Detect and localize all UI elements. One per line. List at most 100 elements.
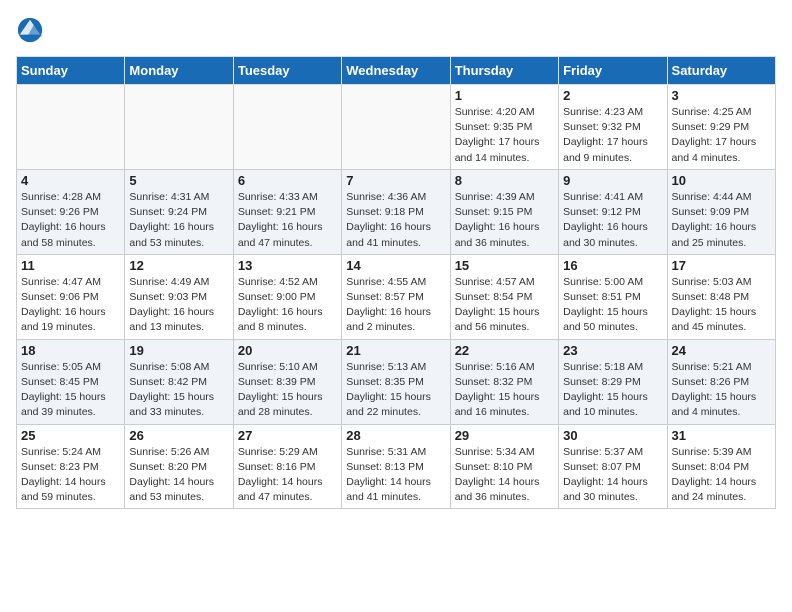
weekday-header: Tuesday <box>233 57 341 85</box>
calendar-cell <box>342 85 450 170</box>
calendar-cell: 10 Sunrise: 4:44 AM Sunset: 9:09 PM Dayli… <box>667 169 775 254</box>
day-info: Sunrise: 5:10 AM Sunset: 8:39 PM Dayligh… <box>238 360 337 421</box>
calendar-cell: 25 Sunrise: 5:24 AM Sunset: 8:23 PM Dayli… <box>17 424 125 509</box>
weekday-header: Sunday <box>17 57 125 85</box>
calendar-cell <box>17 85 125 170</box>
calendar-cell: 24 Sunrise: 5:21 AM Sunset: 8:26 PM Dayli… <box>667 339 775 424</box>
logo <box>16 16 48 44</box>
calendar-cell: 19 Sunrise: 5:08 AM Sunset: 8:42 PM Dayli… <box>125 339 233 424</box>
day-number: 7 <box>346 173 445 188</box>
day-info: Sunrise: 4:41 AM Sunset: 9:12 PM Dayligh… <box>563 190 662 251</box>
calendar-cell: 30 Sunrise: 5:37 AM Sunset: 8:07 PM Dayli… <box>559 424 667 509</box>
day-info: Sunrise: 5:08 AM Sunset: 8:42 PM Dayligh… <box>129 360 228 421</box>
day-info: Sunrise: 5:00 AM Sunset: 8:51 PM Dayligh… <box>563 275 662 336</box>
calendar-cell: 31Sunrise: 5:39 AM Sunset: 8:04 PM Dayli… <box>667 424 775 509</box>
calendar-cell: 18 Sunrise: 5:05 AM Sunset: 8:45 PM Dayli… <box>17 339 125 424</box>
day-info: Sunrise: 4:31 AM Sunset: 9:24 PM Dayligh… <box>129 190 228 251</box>
day-number: 13 <box>238 258 337 273</box>
day-info: Sunrise: 5:03 AM Sunset: 8:48 PM Dayligh… <box>672 275 771 336</box>
day-number: 20 <box>238 343 337 358</box>
day-number: 24 <box>672 343 771 358</box>
page-header <box>16 16 776 44</box>
day-number: 23 <box>563 343 662 358</box>
weekday-header: Wednesday <box>342 57 450 85</box>
calendar-cell: 3 Sunrise: 4:25 AM Sunset: 9:29 PM Daylig… <box>667 85 775 170</box>
day-info: Sunrise: 5:26 AM Sunset: 8:20 PM Dayligh… <box>129 445 228 506</box>
day-info: Sunrise: 5:29 AM Sunset: 8:16 PM Dayligh… <box>238 445 337 506</box>
calendar-table: SundayMondayTuesdayWednesdayThursdayFrid… <box>16 56 776 509</box>
day-info: Sunrise: 4:39 AM Sunset: 9:15 PM Dayligh… <box>455 190 554 251</box>
weekday-header-row: SundayMondayTuesdayWednesdayThursdayFrid… <box>17 57 776 85</box>
weekday-header: Thursday <box>450 57 558 85</box>
logo-icon <box>16 16 44 44</box>
calendar-week-row: 1 Sunrise: 4:20 AM Sunset: 9:35 PM Daylig… <box>17 85 776 170</box>
calendar-cell: 4Sunrise: 4:28 AM Sunset: 9:26 PM Daylig… <box>17 169 125 254</box>
calendar-cell: 8 Sunrise: 4:39 AM Sunset: 9:15 PM Daylig… <box>450 169 558 254</box>
day-number: 4 <box>21 173 120 188</box>
day-number: 22 <box>455 343 554 358</box>
day-number: 2 <box>563 88 662 103</box>
calendar-cell: 11Sunrise: 4:47 AM Sunset: 9:06 PM Dayli… <box>17 254 125 339</box>
day-info: Sunrise: 5:31 AM Sunset: 8:13 PM Dayligh… <box>346 445 445 506</box>
calendar-cell: 28 Sunrise: 5:31 AM Sunset: 8:13 PM Dayli… <box>342 424 450 509</box>
calendar-cell: 27 Sunrise: 5:29 AM Sunset: 8:16 PM Dayli… <box>233 424 341 509</box>
calendar-cell: 15 Sunrise: 4:57 AM Sunset: 8:54 PM Dayli… <box>450 254 558 339</box>
day-number: 17 <box>672 258 771 273</box>
day-info: Sunrise: 5:34 AM Sunset: 8:10 PM Dayligh… <box>455 445 554 506</box>
calendar-cell: 23 Sunrise: 5:18 AM Sunset: 8:29 PM Dayli… <box>559 339 667 424</box>
calendar-week-row: 25 Sunrise: 5:24 AM Sunset: 8:23 PM Dayli… <box>17 424 776 509</box>
day-number: 30 <box>563 428 662 443</box>
day-info: Sunrise: 5:13 AM Sunset: 8:35 PM Dayligh… <box>346 360 445 421</box>
day-number: 8 <box>455 173 554 188</box>
day-number: 5 <box>129 173 228 188</box>
calendar-cell: 5 Sunrise: 4:31 AM Sunset: 9:24 PM Daylig… <box>125 169 233 254</box>
day-number: 1 <box>455 88 554 103</box>
calendar-cell: 6 Sunrise: 4:33 AM Sunset: 9:21 PM Daylig… <box>233 169 341 254</box>
day-info: Sunrise: 5:18 AM Sunset: 8:29 PM Dayligh… <box>563 360 662 421</box>
day-info: Sunrise: 4:55 AM Sunset: 8:57 PM Dayligh… <box>346 275 445 336</box>
day-info: Sunrise: 5:16 AM Sunset: 8:32 PM Dayligh… <box>455 360 554 421</box>
day-info: Sunrise: 5:24 AM Sunset: 8:23 PM Dayligh… <box>21 445 120 506</box>
day-number: 25 <box>21 428 120 443</box>
day-info: Sunrise: 4:47 AM Sunset: 9:06 PM Dayligh… <box>21 275 120 336</box>
day-info: Sunrise: 4:33 AM Sunset: 9:21 PM Dayligh… <box>238 190 337 251</box>
calendar-cell: 13Sunrise: 4:52 AM Sunset: 9:00 PM Dayli… <box>233 254 341 339</box>
day-info: Sunrise: 4:44 AM Sunset: 9:09 PM Dayligh… <box>672 190 771 251</box>
day-number: 15 <box>455 258 554 273</box>
day-number: 9 <box>563 173 662 188</box>
calendar-cell: 9 Sunrise: 4:41 AM Sunset: 9:12 PM Daylig… <box>559 169 667 254</box>
calendar-cell: 20 Sunrise: 5:10 AM Sunset: 8:39 PM Dayli… <box>233 339 341 424</box>
day-info: Sunrise: 5:37 AM Sunset: 8:07 PM Dayligh… <box>563 445 662 506</box>
calendar-cell <box>233 85 341 170</box>
calendar-cell: 17 Sunrise: 5:03 AM Sunset: 8:48 PM Dayli… <box>667 254 775 339</box>
day-info: Sunrise: 4:57 AM Sunset: 8:54 PM Dayligh… <box>455 275 554 336</box>
calendar-cell: 16 Sunrise: 5:00 AM Sunset: 8:51 PM Dayli… <box>559 254 667 339</box>
calendar-cell: 22 Sunrise: 5:16 AM Sunset: 8:32 PM Dayli… <box>450 339 558 424</box>
day-info: Sunrise: 4:20 AM Sunset: 9:35 PM Dayligh… <box>455 105 554 166</box>
calendar-cell: 2 Sunrise: 4:23 AM Sunset: 9:32 PM Daylig… <box>559 85 667 170</box>
day-number: 10 <box>672 173 771 188</box>
day-number: 31 <box>672 428 771 443</box>
day-info: Sunrise: 5:21 AM Sunset: 8:26 PM Dayligh… <box>672 360 771 421</box>
calendar-cell: 14Sunrise: 4:55 AM Sunset: 8:57 PM Dayli… <box>342 254 450 339</box>
day-number: 3 <box>672 88 771 103</box>
calendar-week-row: 4Sunrise: 4:28 AM Sunset: 9:26 PM Daylig… <box>17 169 776 254</box>
day-number: 16 <box>563 258 662 273</box>
day-number: 28 <box>346 428 445 443</box>
day-info: Sunrise: 4:23 AM Sunset: 9:32 PM Dayligh… <box>563 105 662 166</box>
calendar-cell: 12Sunrise: 4:49 AM Sunset: 9:03 PM Dayli… <box>125 254 233 339</box>
weekday-header: Monday <box>125 57 233 85</box>
calendar-cell: 29Sunrise: 5:34 AM Sunset: 8:10 PM Dayli… <box>450 424 558 509</box>
day-number: 18 <box>21 343 120 358</box>
day-info: Sunrise: 4:25 AM Sunset: 9:29 PM Dayligh… <box>672 105 771 166</box>
calendar-cell: 1 Sunrise: 4:20 AM Sunset: 9:35 PM Daylig… <box>450 85 558 170</box>
day-number: 6 <box>238 173 337 188</box>
day-number: 19 <box>129 343 228 358</box>
calendar-week-row: 18 Sunrise: 5:05 AM Sunset: 8:45 PM Dayli… <box>17 339 776 424</box>
calendar-cell: 7Sunrise: 4:36 AM Sunset: 9:18 PM Daylig… <box>342 169 450 254</box>
calendar-cell: 26Sunrise: 5:26 AM Sunset: 8:20 PM Dayli… <box>125 424 233 509</box>
day-number: 12 <box>129 258 228 273</box>
day-number: 27 <box>238 428 337 443</box>
weekday-header: Saturday <box>667 57 775 85</box>
day-info: Sunrise: 5:05 AM Sunset: 8:45 PM Dayligh… <box>21 360 120 421</box>
